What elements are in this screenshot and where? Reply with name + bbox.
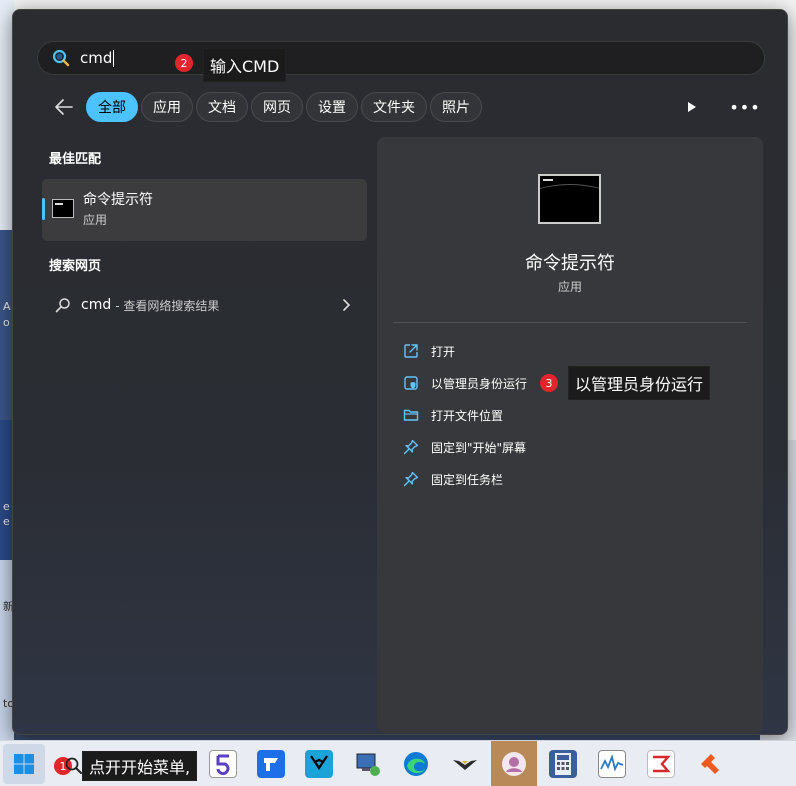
folder-icon xyxy=(403,409,419,421)
action-label: 以管理员身份运行 xyxy=(431,376,528,391)
filter-tab-photos[interactable]: 照片 xyxy=(430,92,482,122)
command-prompt-icon xyxy=(52,199,74,218)
command-prompt-large-icon xyxy=(538,174,601,224)
action-open-file-location[interactable]: 打开文件位置 xyxy=(403,403,503,427)
background-text: e xyxy=(3,500,10,513)
orange-app-icon xyxy=(701,754,719,774)
search-icon xyxy=(52,49,70,67)
filter-tab-all[interactable]: 全部 xyxy=(86,92,138,122)
chevron-right-icon xyxy=(343,299,351,311)
magnifier-icon xyxy=(55,298,70,313)
action-label: 固定到任务栏 xyxy=(431,472,504,487)
avatar-app-icon xyxy=(502,752,526,776)
search-query: cmd xyxy=(80,49,115,67)
edge-browser-icon xyxy=(404,752,428,776)
action-pin-to-start[interactable]: 固定到"开始"屏幕 xyxy=(403,435,526,459)
pin-icon xyxy=(403,439,419,455)
taskbar-app-icon[interactable] xyxy=(451,750,479,778)
taskbar-app-icon[interactable] xyxy=(209,750,237,778)
best-match-heading: 最佳匹配 xyxy=(49,152,102,167)
start-button[interactable] xyxy=(3,744,45,784)
filter-tab-apps[interactable]: 应用 xyxy=(141,92,193,122)
action-label: 打开文件位置 xyxy=(431,408,504,423)
filter-tab-folders[interactable]: 文件夹 xyxy=(361,92,427,122)
app-5-icon xyxy=(216,754,230,776)
background-text: e xyxy=(3,515,10,528)
action-pin-to-taskbar[interactable]: 固定到任务栏 xyxy=(403,467,503,491)
pin-icon xyxy=(403,471,419,487)
arrow-left-icon xyxy=(55,99,73,115)
step-badge-2: 2 xyxy=(175,54,193,72)
selection-indicator xyxy=(42,198,45,220)
open-external-icon xyxy=(404,344,418,358)
wings-app-icon xyxy=(453,760,477,770)
taskbar-edge-icon[interactable] xyxy=(402,750,430,778)
taskbar-calculator-icon[interactable] xyxy=(549,750,577,778)
best-match-result[interactable]: 命令提示符 应用 xyxy=(42,179,367,241)
filter-tab-documents[interactable]: 文档 xyxy=(196,92,248,122)
detail-subtitle: 应用 xyxy=(557,280,582,294)
search-input[interactable]: cmd xyxy=(37,41,765,75)
start-menu-search-panel: cmd 2 输入CMD 全部 应用 文档 网页 设置 文件夹 照片 ••• 最佳… xyxy=(12,9,788,735)
step-badge-3: 3 xyxy=(540,374,558,392)
best-match-subtitle: 应用 xyxy=(83,213,108,227)
taskbar-app-icon[interactable] xyxy=(647,750,675,778)
text-caret xyxy=(113,50,115,67)
computer-app-icon xyxy=(356,753,380,776)
more-options-button[interactable]: ••• xyxy=(729,96,759,118)
back-button[interactable] xyxy=(47,92,81,122)
step-annotation-1: 点开开始菜单, xyxy=(82,751,198,781)
best-match-title: 命令提示符 xyxy=(83,192,153,208)
red-app-icon xyxy=(653,755,671,773)
taskbar-app-icon[interactable] xyxy=(697,750,725,778)
performance-monitor-icon xyxy=(600,754,624,772)
web-search-suffix: - 查看网络搜索结果 xyxy=(115,298,220,313)
deer-app-icon xyxy=(310,755,328,770)
divider xyxy=(393,322,747,323)
shield-icon xyxy=(404,376,418,390)
step-annotation-2: 输入CMD xyxy=(203,48,287,82)
filter-tab-settings[interactable]: 设置 xyxy=(306,92,358,122)
action-label: 固定到"开始"屏幕 xyxy=(431,440,527,455)
calculator-icon xyxy=(555,753,571,775)
background-text: o xyxy=(3,316,10,329)
taskbar-search-icon[interactable] xyxy=(64,756,84,776)
action-run-as-administrator[interactable]: 以管理员身份运行 xyxy=(403,371,527,395)
filter-tabs: 全部 应用 文档 网页 设置 文件夹 照片 xyxy=(47,92,482,122)
detail-title: 命令提示符 xyxy=(525,253,615,274)
taskbar-active-app[interactable] xyxy=(491,741,537,786)
taskbar-app-icon[interactable] xyxy=(305,750,333,778)
more-filters-button[interactable] xyxy=(681,96,703,118)
todo-app-icon xyxy=(264,758,278,771)
windows-logo-icon xyxy=(14,754,34,774)
play-icon xyxy=(688,102,696,112)
step-annotation-3: 以管理员身份运行 xyxy=(568,366,711,400)
action-label: 打开 xyxy=(431,344,456,359)
taskbar-app-icon[interactable] xyxy=(354,750,382,778)
web-search-query: cmd xyxy=(81,297,112,313)
taskbar-app-icon[interactable] xyxy=(598,750,626,778)
background-text: A xyxy=(3,300,11,313)
detail-pane: 命令提示符 应用 打开 以管理员身份运行 打开文件位置 固定到"开始"屏幕 固定… xyxy=(377,137,763,733)
taskbar: 1 点开开始菜单, xyxy=(0,740,796,786)
taskbar-app-icon[interactable] xyxy=(257,750,285,778)
filter-tab-web[interactable]: 网页 xyxy=(251,92,303,122)
action-open[interactable]: 打开 xyxy=(403,339,455,363)
web-search-heading: 搜索网页 xyxy=(49,259,102,274)
web-search-result[interactable]: cmd - 查看网络搜索结果 xyxy=(42,290,367,320)
